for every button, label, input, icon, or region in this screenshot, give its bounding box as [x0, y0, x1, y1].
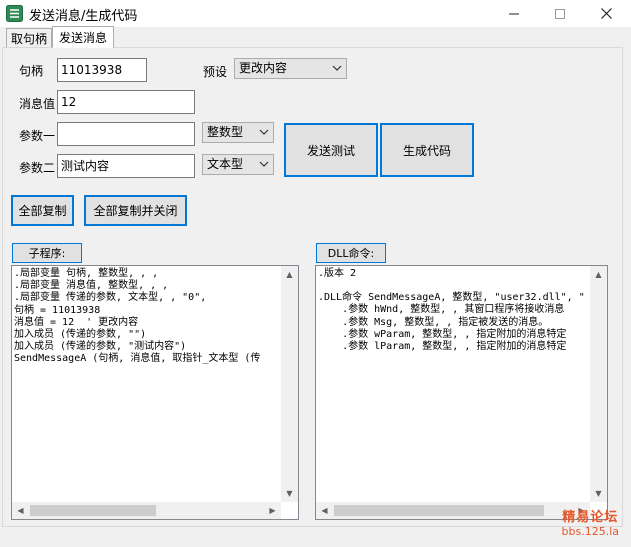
- vertical-scrollbar[interactable]: ▲ ▼: [281, 266, 298, 502]
- param1-label: 参数一: [19, 129, 56, 143]
- watermark: 精易论坛 bbs.125.la: [562, 506, 619, 538]
- code-line: .参数 wParam, 整数型, , 指定附加的消息特定: [318, 328, 567, 340]
- param2-input[interactable]: 测试内容: [57, 154, 195, 178]
- subroutine-code-text: .局部变量 句柄, 整数型, , , .局部变量 消息值, 整数型, , , .局部…: [14, 268, 260, 366]
- param2-type-dropdown[interactable]: 文本型: [202, 154, 274, 175]
- code-line: 加入成员 (传递的参数, ""): [14, 329, 147, 341]
- msg-input[interactable]: 12: [57, 90, 195, 114]
- scroll-up-icon[interactable]: ▲: [281, 266, 298, 283]
- dll-code-box[interactable]: .版本 2 .DLL命令 SendMessageA, 整数型, "user32.d…: [315, 265, 608, 520]
- vertical-scrollbar[interactable]: ▲ ▼: [590, 266, 607, 502]
- generate-code-button[interactable]: 生成代码: [380, 123, 474, 177]
- copy-all-button[interactable]: 全部复制: [11, 195, 74, 226]
- chevron-down-icon: [332, 65, 342, 71]
- scroll-down-icon[interactable]: ▼: [281, 485, 298, 502]
- handle-label: 句柄: [19, 64, 44, 78]
- code-line: SendMessageA (句柄, 消息值, 取指针_文本型 (传: [14, 353, 261, 365]
- watermark-title: 精易论坛: [562, 510, 619, 525]
- code-line: .版本 2: [318, 268, 357, 279]
- maximize-button[interactable]: [537, 0, 583, 27]
- scroll-left-icon[interactable]: ◀: [12, 502, 29, 519]
- scroll-right-icon[interactable]: ▶: [264, 502, 281, 519]
- copy-all-close-button[interactable]: 全部复制并关闭: [84, 195, 187, 226]
- tab-get-handle[interactable]: 取句柄: [6, 28, 52, 47]
- chevron-down-icon: [259, 161, 269, 167]
- code-line: .参数 Msg, 整数型, , 指定被发送的消息。: [318, 316, 549, 328]
- param2-label: 参数二: [19, 161, 56, 175]
- scroll-thumb[interactable]: [334, 505, 544, 516]
- preset-dropdown[interactable]: 更改内容: [234, 58, 347, 79]
- scroll-down-icon[interactable]: ▼: [590, 485, 607, 502]
- dll-header-button[interactable]: DLL命令:: [316, 243, 386, 263]
- code-line: .参数 hWnd, 整数型, , 其窗口程序将接收消息: [318, 304, 565, 316]
- code-line: .DLL命令 SendMessageA, 整数型, "user32.dll", …: [318, 292, 585, 304]
- param2-type-value: 文本型: [207, 157, 244, 171]
- handle-input[interactable]: 11013938: [57, 58, 147, 82]
- code-line: 加入成员 (传递的参数, "测试内容"): [14, 341, 187, 353]
- code-line: 消息值 = 12 ' 更改内容: [14, 316, 139, 328]
- scroll-thumb[interactable]: [30, 505, 156, 516]
- close-button[interactable]: [583, 0, 629, 27]
- param1-input[interactable]: [57, 122, 195, 146]
- param1-type-value: 整数型: [207, 125, 244, 139]
- horizontal-scrollbar[interactable]: ◀ ▶: [12, 502, 281, 519]
- watermark-url: bbs.125.la: [561, 525, 619, 538]
- msg-label: 消息值: [19, 97, 56, 111]
- app-icon: [6, 5, 23, 22]
- send-test-button[interactable]: 发送测试: [284, 123, 378, 177]
- horizontal-scrollbar[interactable]: ◀ ▶: [316, 502, 590, 519]
- subroutine-code-box[interactable]: .局部变量 句柄, 整数型, , , .局部变量 消息值, 整数型, , , .局部…: [11, 265, 299, 520]
- code-line: .局部变量 传递的参数, 文本型, , "0",: [14, 292, 207, 304]
- subroutine-header-button[interactable]: 子程序:: [12, 243, 82, 263]
- code-line: .局部变量 消息值, 整数型, , ,: [14, 280, 169, 292]
- tab-send-message[interactable]: 发送消息: [52, 26, 114, 48]
- minimize-button[interactable]: [491, 0, 537, 27]
- code-line: .局部变量 句柄, 整数型, , ,: [14, 268, 159, 279]
- chevron-down-icon: [259, 129, 269, 135]
- scroll-left-icon[interactable]: ◀: [316, 502, 333, 519]
- dll-code-text: .版本 2 .DLL命令 SendMessageA, 整数型, "user32.d…: [318, 268, 585, 353]
- title-bar: 发送消息/生成代码: [0, 0, 631, 27]
- code-line: .参数 lParam, 整数型, , 指定附加的消息特定: [318, 341, 567, 353]
- scroll-up-icon[interactable]: ▲: [590, 266, 607, 283]
- param1-type-dropdown[interactable]: 整数型: [202, 122, 274, 143]
- preset-label: 预设: [203, 65, 228, 79]
- preset-value: 更改内容: [239, 61, 288, 75]
- code-line: 句柄 = 11013938: [14, 304, 101, 316]
- window-title: 发送消息/生成代码: [29, 9, 138, 24]
